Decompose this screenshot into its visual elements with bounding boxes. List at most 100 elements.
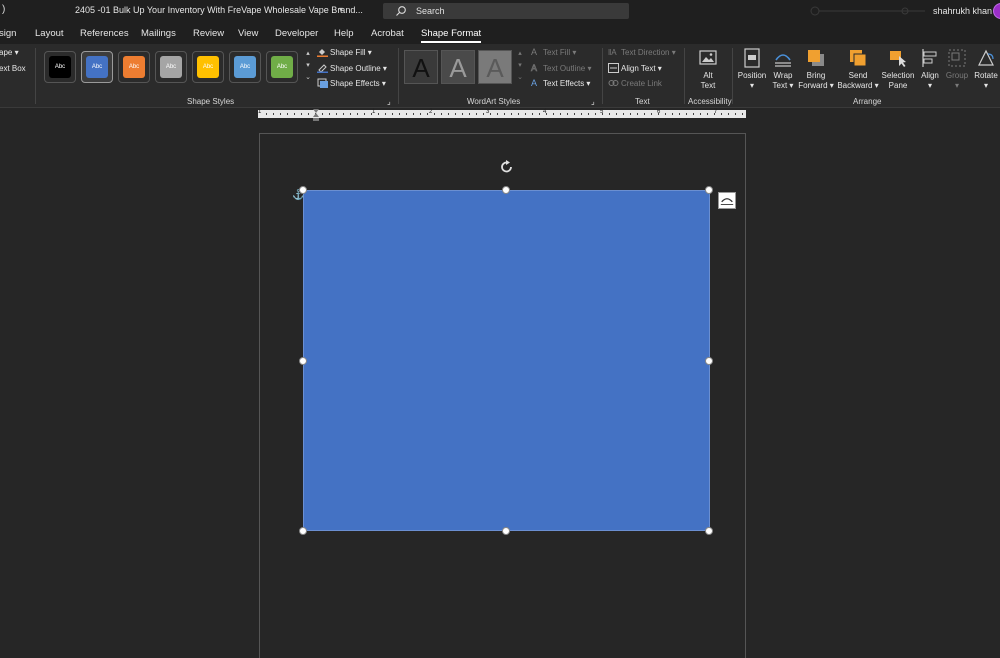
position-button[interactable]: Position ▾ (736, 48, 768, 91)
group-button[interactable]: Group ▾ (944, 48, 970, 91)
ribbon-divider (398, 48, 399, 104)
tab-acrobat[interactable]: Acrobat (371, 28, 404, 39)
shape-style-swatch[interactable]: Abc (44, 51, 76, 83)
layout-options-button[interactable] (718, 192, 736, 209)
resize-handle-top-right[interactable] (705, 186, 713, 194)
wordart-styles-launcher-icon[interactable]: ⌟ (591, 97, 595, 106)
gallery-down-icon[interactable]: ▾ (303, 60, 313, 72)
resize-handle-bottom[interactable] (502, 527, 510, 535)
wordart-style-outline[interactable]: A (478, 50, 512, 84)
tab-references[interactable]: References (80, 28, 129, 39)
gallery-more-icon[interactable]: ⌄ (515, 72, 525, 84)
ruler-tick (518, 113, 519, 115)
selected-rectangle-shape[interactable] (303, 190, 710, 531)
shape-styles-launcher-icon[interactable]: ⌟ (387, 97, 391, 106)
user-name[interactable]: shahrukh khan (933, 6, 992, 16)
text-direction-label: Text Direction (621, 48, 670, 57)
text-fill-button[interactable]: A Text Fill ▾ (530, 47, 576, 57)
text-direction-button[interactable]: ‖A Text Direction ▾ (608, 47, 676, 57)
svg-text:‖A: ‖A (608, 48, 617, 57)
ruler-tick (574, 113, 575, 115)
wordart-style-black[interactable]: A (404, 50, 438, 84)
gallery-up-icon[interactable]: ▴ (515, 48, 525, 60)
align-text-button[interactable]: Align Text ▾ (608, 63, 662, 73)
create-link-button[interactable]: Create Link (608, 78, 662, 88)
ruler-tick (434, 113, 435, 115)
tab-shape-format[interactable]: Shape Format (421, 28, 482, 43)
wordart-gallery-scroll[interactable]: ▴ ▾ ⌄ (515, 48, 525, 88)
wrap-text-icon (775, 54, 791, 67)
rotate-button[interactable]: Rotate ▾ (972, 48, 1000, 91)
ruler-number: 2 (429, 109, 433, 115)
ribbon-divider (732, 48, 733, 104)
bring-forward-label-line2: Forward (798, 81, 828, 90)
gallery-down-icon[interactable]: ▾ (515, 60, 525, 72)
resize-handle-bottom-right[interactable] (705, 527, 713, 535)
text-effects-button[interactable]: A Text Effects ▾ (530, 78, 590, 88)
text-outline-button[interactable]: A Text Outline ▾ (530, 63, 592, 73)
horizontal-ruler[interactable]: 1 1 2 3 4 5 6 7 (258, 109, 746, 118)
shape-fill-button[interactable]: Shape Fill ▾ (317, 47, 372, 57)
tab-developer[interactable]: Developer (275, 28, 318, 39)
ruler-tick (644, 113, 645, 115)
title-dropdown-icon[interactable]: ▾ (339, 5, 343, 14)
text-direction-icon: ‖A (608, 48, 617, 57)
shape-effects-button[interactable]: Shape Effects ▾ (317, 78, 386, 88)
tab-mailings[interactable]: Mailings (141, 28, 176, 39)
send-backward-button[interactable]: Send Backward ▾ (836, 48, 880, 91)
edit-shape-button[interactable]: ape ▾ (0, 48, 19, 57)
ruler-tick (665, 113, 666, 115)
wordart-style-gray[interactable]: A (441, 50, 475, 84)
tab-help[interactable]: Help (334, 28, 354, 39)
bring-forward-button[interactable]: Bring Forward ▾ (797, 48, 835, 91)
wrap-text-button[interactable]: Wrap Text ▾ (770, 48, 796, 91)
shape-style-swatch[interactable]: Abc (155, 51, 187, 83)
edit-shape-label: ape (0, 48, 13, 57)
tab-layout[interactable]: Layout (35, 28, 64, 39)
tab-review[interactable]: Review (193, 28, 224, 39)
resize-handle-top[interactable] (502, 186, 510, 194)
tab-design[interactable]: sign (0, 28, 16, 39)
ruler-tick (497, 113, 498, 115)
gallery-up-icon[interactable]: ▴ (303, 48, 313, 60)
ruler-tick (371, 113, 372, 115)
ruler-number: 1 (258, 109, 262, 115)
ruler-tick (630, 113, 631, 115)
shape-style-swatch[interactable]: Abc (229, 51, 261, 83)
shape-style-swatch[interactable]: Abc (192, 51, 224, 83)
ruler-tick (420, 113, 421, 115)
tab-view[interactable]: View (238, 28, 258, 39)
resize-handle-bottom-left[interactable] (299, 527, 307, 535)
resize-handle-top-left[interactable] (299, 186, 307, 194)
resize-handle-right[interactable] (705, 357, 713, 365)
resize-handle-left[interactable] (299, 357, 307, 365)
gallery-more-icon[interactable]: ⌄ (303, 72, 313, 84)
ruler-tick (462, 113, 463, 115)
indent-marker-icon[interactable] (313, 109, 319, 121)
ruler-tick (469, 113, 470, 115)
ribbon-divider (602, 48, 603, 104)
selection-pane-button[interactable]: Selection Pane (880, 48, 916, 91)
shape-style-swatch[interactable]: Abc (118, 51, 150, 83)
shape-style-swatch[interactable]: Abc (266, 51, 298, 83)
alt-text-button[interactable]: Alt Text (695, 48, 721, 91)
ruler-tick (385, 113, 386, 115)
text-fill-label: Text Fill (543, 48, 571, 57)
ruler-tick (504, 113, 505, 115)
search-input[interactable]: Search (383, 3, 629, 19)
rotate-handle-icon[interactable] (500, 160, 514, 174)
user-avatar[interactable] (993, 3, 1000, 19)
rotate-label: Rotate (974, 71, 998, 80)
document-title[interactable]: 2405 -01 Bulk Up Your Inventory With Fre… (75, 5, 363, 15)
ruler-tick (588, 113, 589, 115)
ruler-number: 3 (486, 109, 490, 115)
shape-style-swatch[interactable]: Abc (81, 51, 113, 83)
gallery-scroll[interactable]: ▴ ▾ ⌄ (303, 48, 313, 88)
accessibility-group-label: Accessibility (688, 97, 732, 106)
text-box-button[interactable]: ext Box (0, 64, 26, 73)
wrap-text-label-line2: Text (772, 81, 788, 90)
ribbon-divider (35, 48, 36, 104)
align-button[interactable]: Align ▾ (917, 48, 943, 91)
ruler-tick (637, 113, 638, 115)
shape-outline-button[interactable]: Shape Outline ▾ (317, 63, 387, 73)
